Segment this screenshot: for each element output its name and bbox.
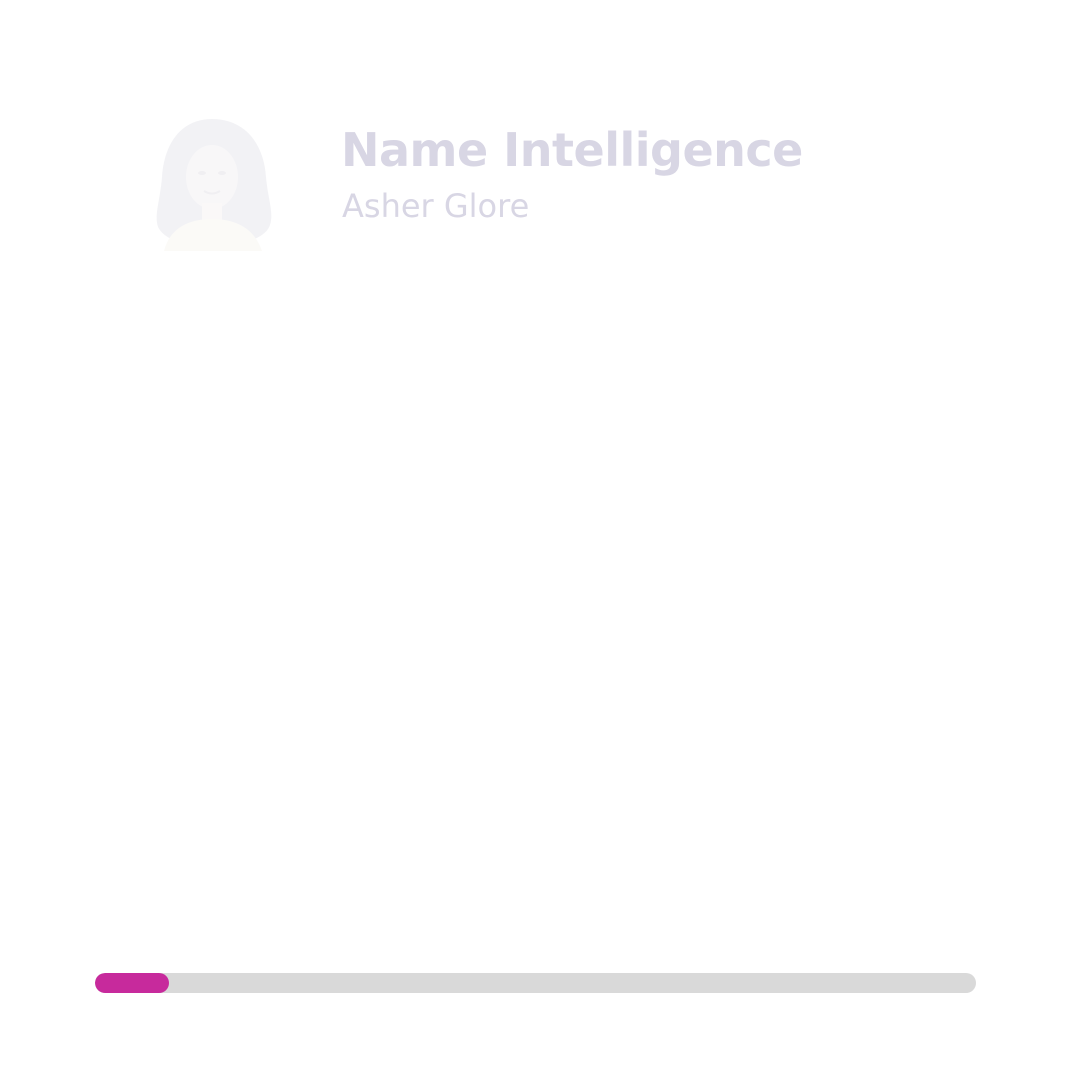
page-title: Name Intelligence [341, 123, 803, 177]
page: Name Intelligence Asher Glore [0, 0, 1080, 1080]
person-name: Asher Glore [342, 187, 530, 225]
avatar [150, 115, 276, 251]
progress-bar-fill [95, 973, 169, 993]
progress-bar [95, 973, 976, 993]
profile-header: Name Intelligence Asher Glore [150, 110, 970, 260]
person-portrait-icon [156, 119, 272, 251]
